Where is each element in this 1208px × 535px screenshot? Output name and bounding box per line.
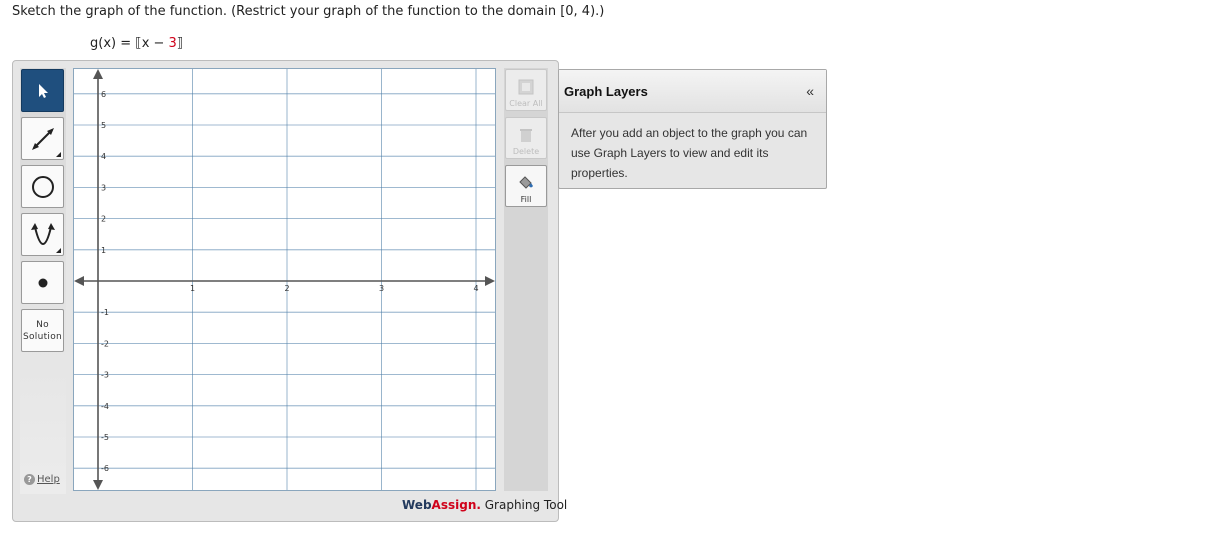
webassign-branding: WebAssign. Graphing Tool — [402, 498, 567, 512]
graph-layers-description: After you add an object to the graph you… — [571, 126, 808, 180]
line-options-corner-icon — [56, 152, 61, 157]
circle-tool-button[interactable] — [21, 165, 64, 208]
brand-tool-name: Graphing Tool — [480, 498, 568, 512]
x-axis-arrow-right — [485, 276, 495, 286]
parabola-icon — [30, 222, 55, 245]
no-solution-label: No Solution — [23, 319, 62, 343]
function-constant: 3 — [168, 36, 177, 51]
x-tick-label: 2 — [284, 284, 289, 293]
x-axis-arrow-left — [74, 276, 84, 286]
delete-button[interactable]: Delete — [505, 117, 547, 159]
y-tick-label: 6 — [101, 90, 106, 99]
floor-close-bracket: ⟧ — [176, 36, 184, 51]
no-solution-line2: Solution — [22, 331, 63, 342]
parabola-options-corner-icon — [56, 248, 61, 253]
clear-all-icon — [518, 79, 534, 95]
y-tick-label: 4 — [101, 152, 106, 161]
question-prompt: Sketch the graph of the function. (Restr… — [12, 4, 605, 19]
no-solution-button[interactable]: No Solution — [21, 309, 64, 352]
fill-label: Fill — [520, 195, 532, 204]
function-expression: g(x) = ⟦x − 3⟧ — [90, 36, 183, 51]
y-tick-label: -5 — [101, 433, 109, 442]
x-tick-label: 3 — [379, 284, 384, 293]
y-tick-label: -2 — [101, 339, 109, 348]
function-body: x − — [141, 36, 169, 51]
line-icon — [31, 127, 54, 150]
line-tool-button[interactable] — [21, 117, 64, 160]
y-tick-label: -1 — [101, 308, 109, 317]
y-tick-label: 3 — [101, 183, 106, 192]
y-axis-arrow-bottom — [93, 480, 103, 490]
y-tick-label: 2 — [101, 215, 106, 224]
clear-all-button[interactable]: Clear All — [505, 69, 547, 111]
graph-layers-panel: Graph Layers « After you add an object t… — [558, 69, 827, 189]
point-icon — [38, 278, 47, 287]
collapse-panel-icon[interactable]: « — [806, 83, 814, 99]
point-tool-button[interactable] — [21, 261, 64, 304]
help-label: Help — [37, 474, 60, 485]
pointer-icon — [38, 83, 48, 98]
y-tick-label: -3 — [101, 371, 109, 380]
clear-all-label: Clear All — [509, 99, 543, 108]
graph-layers-header: Graph Layers « — [559, 70, 826, 113]
circle-icon — [31, 175, 54, 198]
no-solution-line1: No — [36, 319, 49, 330]
pointer-tool-button[interactable] — [21, 69, 64, 112]
y-tick-label: -4 — [101, 402, 109, 411]
x-tick-label: 4 — [473, 284, 478, 293]
graph-layers-title: Graph Layers — [564, 83, 648, 99]
y-tick-label: 1 — [101, 246, 106, 255]
trash-icon — [520, 129, 532, 142]
y-tick-label: 5 — [101, 121, 106, 130]
help-icon: ? — [24, 474, 35, 485]
help-link[interactable]: ? Help — [24, 474, 60, 485]
function-lhs: g(x) = — [90, 36, 136, 51]
graph-grid: 1 2 3 4 6 5 4 3 2 1 -1 -2 -3 -4 -5 -6 — [74, 69, 495, 490]
fill-bucket-icon — [519, 176, 533, 189]
brand-assign: Assign. — [431, 498, 481, 512]
delete-label: Delete — [512, 147, 540, 156]
x-tick-label: 1 — [190, 284, 195, 293]
parabola-tool-button[interactable] — [21, 213, 64, 256]
y-tick-label: -6 — [101, 464, 109, 473]
fill-button[interactable]: Fill — [505, 165, 547, 207]
brand-web: Web — [402, 498, 432, 512]
graph-canvas[interactable]: 1 2 3 4 6 5 4 3 2 1 -1 -2 -3 -4 -5 -6 — [73, 68, 496, 491]
y-axis-arrow-top — [93, 69, 103, 79]
